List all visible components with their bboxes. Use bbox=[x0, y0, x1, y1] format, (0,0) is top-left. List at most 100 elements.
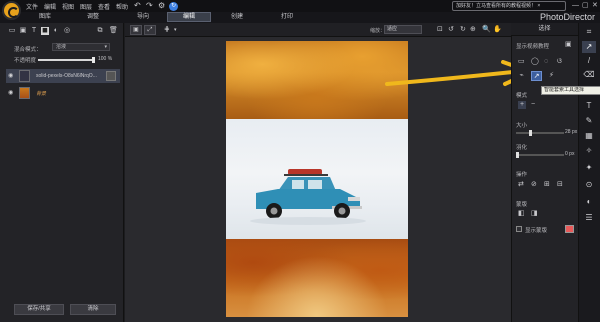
image-layer-icon[interactable]: ▣ bbox=[19, 27, 27, 35]
rect-select-icon[interactable]: ▭ bbox=[518, 58, 525, 66]
invert-selection-icon[interactable]: ⇄ bbox=[518, 181, 524, 189]
redo-icon[interactable]: ↷ bbox=[146, 1, 153, 11]
video-tutorial-link[interactable]: 显示视频教程 bbox=[516, 42, 549, 50]
eraser-tool-icon[interactable]: ⌫ bbox=[582, 69, 596, 81]
clear-button[interactable]: 清除 bbox=[70, 304, 116, 315]
compare-view-icon[interactable]: ▣ bbox=[130, 25, 142, 35]
layer-row[interactable]: ◉ solid-pexels-O8sN6lNrqO... bbox=[6, 69, 120, 83]
text-layer-icon[interactable]: T bbox=[30, 27, 38, 35]
close-icon[interactable]: ✕ bbox=[592, 1, 598, 11]
tab-edit[interactable]: 编辑 bbox=[167, 12, 211, 22]
tab-create[interactable]: 创建 bbox=[222, 12, 252, 22]
menu-file[interactable]: 文件 bbox=[26, 2, 38, 11]
blend-mode-label: 混合模式： bbox=[14, 47, 42, 53]
grid-icon[interactable]: ⋕ bbox=[164, 26, 170, 34]
size-value: 28 px bbox=[565, 129, 578, 135]
minimize-icon[interactable]: — bbox=[572, 1, 579, 11]
rotate-left-icon[interactable]: ↺ bbox=[448, 26, 454, 34]
feather-slider[interactable] bbox=[516, 154, 564, 156]
snow-car-layer bbox=[226, 119, 408, 239]
layer-name: solid-pexels-O8sN6lNrqO... bbox=[36, 73, 97, 79]
crop-tool-icon[interactable]: ⌗ bbox=[582, 26, 596, 38]
add-mode-icon[interactable]: + bbox=[518, 101, 527, 109]
mask-invert-icon[interactable]: ◨ bbox=[531, 210, 538, 218]
delete-layer-icon[interactable]: 🗑 bbox=[109, 27, 118, 35]
brush-select-icon[interactable]: ⌁ bbox=[516, 71, 527, 81]
mask-layer-icon[interactable]: ◼ bbox=[41, 27, 49, 35]
opacity-slider-thumb[interactable] bbox=[92, 57, 95, 63]
levels-tool-icon[interactable]: ☰ bbox=[582, 212, 596, 224]
brand-name: PhotoDirector bbox=[540, 12, 596, 22]
menu-look[interactable]: 查看 bbox=[98, 2, 110, 11]
ellipse-select-icon[interactable]: ◯ bbox=[531, 58, 539, 66]
text-tool-icon[interactable]: T bbox=[582, 100, 596, 112]
opacity-label: 不透明度 bbox=[14, 58, 37, 64]
magic-wand-icon[interactable]: ⚡ bbox=[546, 71, 557, 81]
undo-icon[interactable]: ↶ bbox=[134, 1, 141, 11]
maximize-icon[interactable]: ▢ bbox=[582, 1, 589, 11]
mode-label: 模式 bbox=[516, 93, 528, 99]
subtract-mode-icon[interactable]: − bbox=[531, 101, 535, 109]
save-share-button[interactable]: 保存/共享 bbox=[14, 304, 64, 315]
contract-selection-icon[interactable]: ⊟ bbox=[557, 181, 563, 189]
show-mask-checkbox[interactable] bbox=[516, 226, 522, 232]
tab-adjust[interactable]: 调整 bbox=[78, 12, 108, 22]
menu-view[interactable]: 视图 bbox=[62, 2, 74, 11]
selection-tool-icon[interactable]: ↗ bbox=[582, 41, 596, 53]
blend-tool-icon[interactable]: ◐ bbox=[582, 196, 596, 208]
hand-icon[interactable]: ✋ bbox=[493, 26, 502, 34]
action-label: 操作 bbox=[516, 172, 528, 178]
wand-tool-icon[interactable]: ✧ bbox=[582, 145, 596, 157]
grid-dropdown-icon[interactable]: ▾ bbox=[174, 26, 177, 34]
new-layer-icon[interactable]: ▭ bbox=[8, 27, 16, 35]
tab-guided[interactable]: 导向 bbox=[128, 12, 158, 22]
size-slider[interactable] bbox=[516, 132, 564, 134]
heal-tool-icon[interactable]: ✦ bbox=[582, 162, 596, 174]
zoom-search-icon[interactable]: 🔍 bbox=[482, 26, 491, 34]
size-slider-thumb[interactable] bbox=[529, 130, 533, 136]
merge-layer-icon[interactable]: ⧉ bbox=[96, 27, 104, 35]
zoom-label: 缩放： bbox=[370, 28, 386, 34]
freeform-select-icon[interactable]: ◌ bbox=[544, 58, 548, 66]
rotate-right-icon[interactable]: ↻ bbox=[460, 26, 466, 34]
canvas-image[interactable] bbox=[226, 41, 408, 317]
crop-icon[interactable]: ⊡ bbox=[437, 26, 443, 34]
lasso-select-icon[interactable]: ଓ bbox=[557, 58, 562, 66]
blend-mode-select[interactable]: 溶液 bbox=[52, 43, 110, 51]
sync-icon[interactable]: ↻ bbox=[169, 2, 178, 11]
adjust-layer-icon[interactable]: ◎ bbox=[63, 27, 71, 35]
smart-lasso-icon[interactable]: ↗ bbox=[531, 71, 542, 81]
layer-row[interactable]: ◉ 背景 bbox=[6, 86, 120, 100]
settings-icon[interactable]: ⚙ bbox=[158, 1, 165, 11]
opacity-slider-fill bbox=[38, 59, 94, 61]
brush-tool-icon[interactable]: / bbox=[582, 55, 596, 67]
shape-tool-icon[interactable]: ✎ bbox=[582, 115, 596, 127]
size-label: 大小 bbox=[516, 123, 528, 129]
feather-slider-thumb[interactable] bbox=[516, 152, 519, 158]
layers-panel bbox=[0, 23, 124, 322]
clear-selection-icon[interactable]: ⊘ bbox=[531, 181, 537, 189]
app-logo-icon bbox=[2, 1, 21, 20]
fill-layer-icon[interactable]: ◐ bbox=[52, 27, 60, 35]
zoom-select[interactable]: 适应 bbox=[384, 25, 422, 34]
gradient-tool-icon[interactable]: ▦ bbox=[582, 130, 596, 142]
mask-add-icon[interactable]: ◧ bbox=[518, 210, 525, 218]
eye-icon[interactable]: ◉ bbox=[8, 72, 14, 79]
mask-color-swatch[interactable] bbox=[565, 225, 574, 233]
tab-library[interactable]: 图库 bbox=[30, 12, 60, 22]
zoom-fit-icon[interactable]: ⊕ bbox=[470, 26, 476, 34]
expand-selection-icon[interactable]: ⊞ bbox=[544, 181, 550, 189]
menu-help[interactable]: 帮助 bbox=[116, 2, 128, 11]
tab-print[interactable]: 打印 bbox=[272, 12, 302, 22]
eye-icon[interactable]: ◉ bbox=[8, 89, 14, 96]
clone-tool-icon[interactable]: ⊙ bbox=[582, 179, 596, 191]
tool-tooltip: 智能套索工具选择 bbox=[541, 86, 600, 95]
menu-layer[interactable]: 图层 bbox=[80, 2, 92, 11]
notice-banner[interactable]: 加好友！立马查看所有的教程视频！ × bbox=[452, 1, 566, 11]
show-mask-label: 显示蒙版 bbox=[525, 228, 548, 234]
fit-view-icon[interactable]: ⤢ bbox=[144, 25, 156, 35]
autumn-trees-top bbox=[226, 41, 408, 119]
menu-edit[interactable]: 编辑 bbox=[44, 2, 56, 11]
tutorial-icon[interactable]: ▣ bbox=[565, 41, 572, 49]
feather-value: 0 px bbox=[565, 151, 575, 157]
